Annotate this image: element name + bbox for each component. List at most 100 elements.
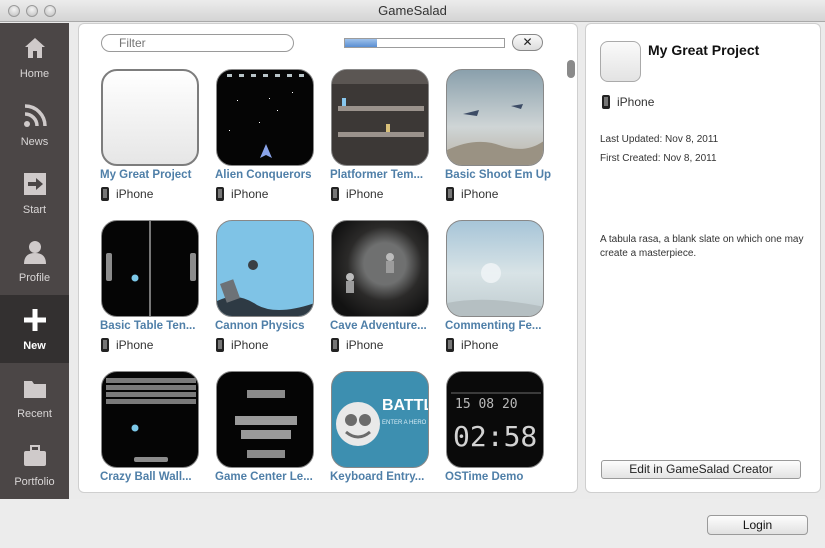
- commenting-game-art: [447, 263, 543, 316]
- template-tile[interactable]: Basic Table Ten... iPhone: [100, 220, 201, 352]
- gamesalad-window: GameSalad Home News Start Profile New Re…: [0, 0, 825, 548]
- window-title: GameSalad: [378, 3, 447, 18]
- template-thumbnail: [331, 69, 429, 166]
- template-platform: iPhone: [101, 187, 153, 201]
- template-name: Crazy Ball Wall...: [100, 471, 192, 483]
- alien-game-art: [227, 74, 304, 158]
- template-tile[interactable]: Cave Adventure... iPhone: [330, 220, 431, 352]
- iphone-icon: [101, 187, 109, 201]
- sidebar-item-label: Recent: [17, 408, 52, 420]
- sidebar-item-portfolio[interactable]: Portfolio: [0, 431, 69, 499]
- template-tile[interactable]: Game Center Le...: [215, 371, 316, 483]
- template-tile[interactable]: Basic Shoot Em Up iPhone: [445, 69, 551, 201]
- clock-time-text: 02:58: [453, 420, 537, 453]
- template-tile[interactable]: Cannon Physics iPhone: [215, 220, 316, 352]
- filter-input[interactable]: [101, 34, 294, 52]
- template-name: Cannon Physics: [215, 320, 305, 332]
- close-window-button[interactable]: [8, 5, 20, 17]
- iphone-icon: [602, 95, 610, 109]
- template-platform: iPhone: [331, 187, 383, 201]
- login-button[interactable]: Login: [707, 515, 808, 535]
- loading-progress-bar: [344, 38, 505, 48]
- platformer-game-art: [332, 70, 428, 137]
- cave-adventure-game-art: [346, 253, 394, 293]
- template-name: Basic Shoot Em Up: [445, 169, 552, 181]
- sidebar-item-profile[interactable]: Profile: [0, 227, 69, 295]
- template-tile[interactable]: Crazy Ball Wall...: [100, 371, 201, 483]
- sidebar-item-label: Home: [19, 68, 50, 80]
- template-name: Alien Conquerors: [215, 169, 312, 181]
- sidebar-item-start[interactable]: Start: [0, 159, 69, 227]
- keyboard-entry-game-art: BATTL ENTER A HERO: [336, 397, 428, 446]
- edit-in-creator-button[interactable]: Edit in GameSalad Creator: [601, 460, 801, 479]
- sidebar-item-label: News: [20, 136, 49, 148]
- iphone-icon: [216, 187, 224, 201]
- template-platform: iPhone: [331, 338, 383, 352]
- template-platform: iPhone: [101, 338, 153, 352]
- template-thumbnail: [216, 371, 314, 468]
- template-thumbnail: [446, 220, 544, 317]
- sidebar-item-label: Portfolio: [14, 476, 55, 488]
- project-description: A tabula rasa, a blank slate on which on…: [600, 234, 804, 259]
- template-name: My Great Project: [100, 169, 192, 181]
- cannon-physics-game-art: [217, 260, 313, 316]
- template-name: Keyboard Entry...: [330, 471, 425, 483]
- sidebar-item-label: New: [23, 340, 46, 352]
- sidebar: Home News Start Profile New Recent Portf…: [0, 23, 69, 499]
- template-tile[interactable]: Commenting Fe... iPhone: [445, 220, 546, 352]
- sidebar-item-new[interactable]: New: [0, 295, 69, 363]
- zoom-window-button[interactable]: [44, 5, 56, 17]
- template-thumbnail: 15 08 20 02:58: [446, 371, 544, 468]
- minimize-window-button[interactable]: [26, 5, 38, 17]
- template-thumbnail: [101, 220, 199, 317]
- template-thumbnail: [446, 69, 544, 166]
- template-tile[interactable]: My Great Project iPhone: [100, 69, 201, 201]
- scrollbar-thumb[interactable]: [567, 60, 575, 78]
- project-platform: iPhone: [602, 95, 654, 109]
- briefcase-icon: [24, 445, 46, 466]
- iphone-icon: [331, 187, 339, 201]
- iphone-icon: [101, 338, 109, 352]
- project-thumbnail: [600, 41, 641, 82]
- last-updated-text: Last Updated: Nov 8, 2011: [600, 134, 719, 145]
- template-tile[interactable]: Alien Conquerors iPhone: [215, 69, 316, 201]
- shooter-game-art: [447, 104, 543, 165]
- rss-icon: [24, 104, 47, 127]
- template-tile[interactable]: BATTL ENTER A HERO Keyboard Entry...: [330, 371, 431, 483]
- sidebar-item-news[interactable]: News: [0, 91, 69, 159]
- home-icon: [25, 38, 45, 58]
- iphone-icon: [216, 338, 224, 352]
- project-detail-panel: My Great Project iPhone Last Updated: No…: [585, 23, 821, 493]
- profile-icon: [24, 241, 46, 264]
- start-arrow-icon: [24, 173, 46, 195]
- template-thumbnail: [101, 69, 199, 166]
- template-name: Cave Adventure...: [330, 320, 427, 332]
- folder-icon: [24, 381, 46, 398]
- enter-hero-text: ENTER A HERO: [382, 420, 427, 426]
- clear-filter-button[interactable]: ✕: [512, 34, 543, 51]
- game-center-game-art: [235, 390, 297, 458]
- template-name: Platformer Tem...: [330, 169, 424, 181]
- sidebar-item-home[interactable]: Home: [0, 23, 69, 91]
- template-tile[interactable]: Platformer Tem... iPhone: [330, 69, 431, 201]
- template-browser: ✕ My Great Project iPhone Alien Co: [78, 23, 578, 493]
- template-tile[interactable]: 15 08 20 02:58 OSTime Demo: [445, 371, 546, 483]
- template-name: Game Center Le...: [215, 471, 313, 483]
- crazy-ball-game-art: [106, 378, 196, 462]
- table-tennis-game-art: [106, 221, 196, 316]
- template-thumbnail: [331, 220, 429, 317]
- sidebar-item-recent[interactable]: Recent: [0, 363, 69, 431]
- progress-fill: [345, 39, 377, 47]
- template-platform: iPhone: [446, 187, 498, 201]
- titlebar: GameSalad: [0, 0, 825, 22]
- template-platform: iPhone: [216, 338, 268, 352]
- template-thumbnail: [216, 220, 314, 317]
- iphone-icon: [331, 338, 339, 352]
- first-created-text: First Created: Nov 8, 2011: [600, 153, 717, 164]
- template-name: Commenting Fe...: [445, 320, 542, 332]
- template-platform: iPhone: [446, 338, 498, 352]
- template-name: Basic Table Ten...: [100, 320, 196, 332]
- plus-icon: [24, 309, 46, 331]
- template-thumbnail: BATTL ENTER A HERO: [331, 371, 429, 468]
- template-thumbnail: [101, 371, 199, 468]
